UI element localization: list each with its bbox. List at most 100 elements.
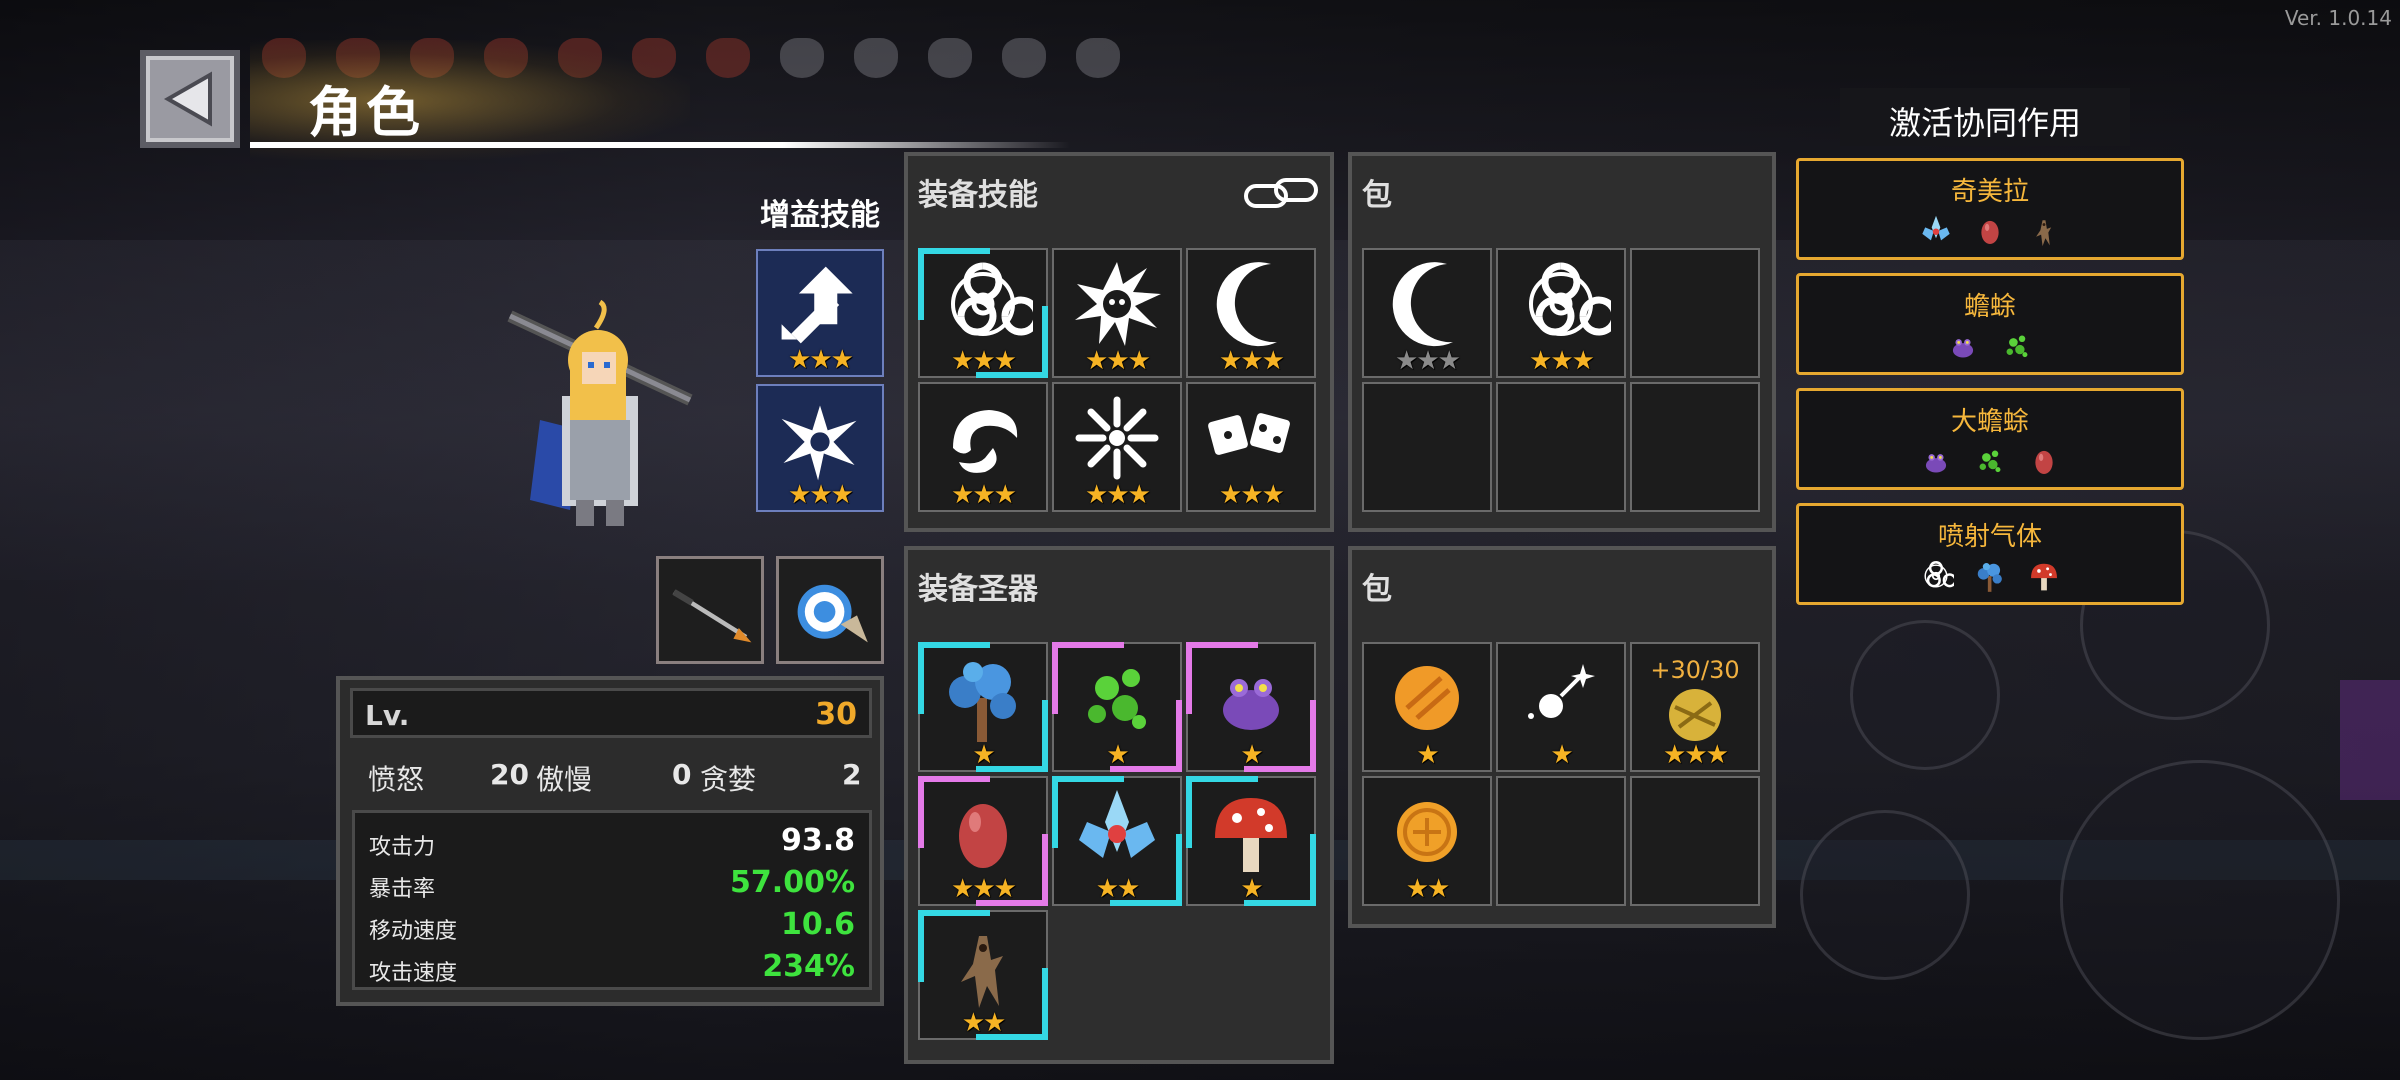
skill-slot-crescent-slash[interactable]: ★★★ <box>1186 248 1316 378</box>
star-rating: ★★★ <box>1085 346 1151 376</box>
level-tag: +30/30 <box>1650 656 1740 684</box>
relic-slot-crystal-flower[interactable]: ★★ <box>1052 776 1182 906</box>
synergy-name: 蟾蜍 <box>1963 292 2016 322</box>
relic-slot-purple-frog[interactable]: ★ <box>1186 642 1316 772</box>
star-rating: ★★ <box>1405 874 1451 904</box>
bag-relic-slot-orange-orb[interactable]: ★ <box>1362 642 1492 772</box>
radial-burst-icon <box>1075 396 1159 480</box>
empty-slot[interactable] <box>1630 382 1760 512</box>
synergy-icons <box>1799 443 2181 479</box>
background-heart-icon <box>854 38 898 78</box>
weapon-slot[interactable] <box>656 556 764 664</box>
star-rating: ★★★ <box>1219 346 1285 376</box>
bag-skill-slot-biohazard[interactable]: ★★★ <box>1496 248 1626 378</box>
trait-wrath-value: 20 <box>490 758 529 791</box>
star-rating: ★★★ <box>788 345 854 375</box>
spiky-burst-icon <box>781 405 857 481</box>
bag-relic-slot-sparkle-ball[interactable]: ★ <box>1496 642 1626 772</box>
relic-slot-red-egg[interactable]: ★★★ <box>918 776 1048 906</box>
skill-slot-whirl-blade[interactable]: ★★★ <box>918 382 1048 512</box>
chain-link-icon[interactable] <box>1242 174 1322 214</box>
trait-greed-label: 贪婪 <box>700 763 757 796</box>
star-rating: ★★★ <box>1219 480 1285 510</box>
red-egg-icon <box>2035 450 2053 474</box>
root-doll-icon <box>961 936 1003 1008</box>
bag-skill-slot-crescent-slash[interactable]: ★★★ <box>1362 248 1492 378</box>
background-heart-icon <box>928 38 972 78</box>
orange-orb-icon <box>1395 666 1459 730</box>
trait-wrath-label: 愤怒 <box>368 763 425 796</box>
relic-slot-red-mushroom[interactable]: ★ <box>1186 776 1316 906</box>
star-rating: ★ <box>1416 740 1439 770</box>
relic-slot-blue-mushroom[interactable]: ★ <box>918 642 1048 772</box>
empty-slot[interactable] <box>1496 776 1626 906</box>
background-crystal <box>2340 680 2400 800</box>
hero-sprite-icon <box>507 299 693 526</box>
trait-greed-value: 2 <box>842 758 862 791</box>
star-rating: ★ <box>1240 874 1263 904</box>
skill-slot-biohazard[interactable]: ★★★ <box>918 248 1048 378</box>
star-rating: ★ <box>1106 740 1129 770</box>
spear-weapon-icon <box>672 589 752 643</box>
ring-armor-icon <box>797 584 868 643</box>
relic-slot-root-doll[interactable]: ★★ <box>918 910 1048 1040</box>
dice-icon <box>1208 413 1290 455</box>
blue-mushroom-icon <box>1977 563 2002 592</box>
purple-frog-icon <box>1952 339 1974 358</box>
root-doll-icon <box>2036 220 2052 247</box>
empty-slot[interactable] <box>1362 382 1492 512</box>
red-mushroom-icon <box>2031 563 2057 591</box>
relic-slot-green-spores[interactable]: ★ <box>1052 642 1182 772</box>
armor-slot[interactable] <box>776 556 884 664</box>
equipped-relics-panel: 装备圣器 ★ ★ ★ ★★★ ★★ ★ ★★ <box>904 546 1334 1064</box>
skill-slot-radial-burst[interactable]: ★★★ <box>1052 382 1182 512</box>
empty-slot[interactable] <box>1630 248 1760 378</box>
level-label: Lv. <box>365 699 410 732</box>
equipped-skills-panel: 装备技能 ★★★ ★★★ ★★★ ★★★ ★★★ ★★★ <box>904 152 1334 532</box>
blue-mushroom-icon <box>949 662 1016 742</box>
relic-bag-panel: 包 ★ ★ +30/30 ★★★ ★★ <box>1348 546 1776 928</box>
star-rating: ★ <box>1550 740 1573 770</box>
synergy-icons <box>1799 328 2181 364</box>
stat-row-crit: 暴击率 57.00% <box>355 861 869 903</box>
skill-slot-skull-burst[interactable]: ★★★ <box>1052 248 1182 378</box>
crystal-flower-icon <box>1922 215 1950 241</box>
synergy-card[interactable]: 蟾蜍 <box>1796 273 2184 375</box>
trait-pride-label: 傲慢 <box>536 763 593 796</box>
panel-title: 装备技能 <box>918 178 1038 213</box>
empty-slot[interactable] <box>1630 776 1760 906</box>
skill-slot-dice[interactable]: ★★★ <box>1186 382 1316 512</box>
green-spores-icon <box>1979 450 2001 473</box>
synergy-card[interactable]: 奇美拉 <box>1796 158 2184 260</box>
page-title: 角色 <box>308 81 424 144</box>
star-rating: ★ <box>1240 740 1263 770</box>
star-rating: ★★ <box>961 1008 1007 1038</box>
empty-slot[interactable] <box>1496 382 1626 512</box>
green-spores-icon <box>2006 335 2028 358</box>
crystal-flower-icon <box>1079 790 1155 858</box>
back-button[interactable] <box>140 50 240 148</box>
bag-relic-slot-gold-coin[interactable]: ★★ <box>1362 776 1492 906</box>
trait-pride-value: 0 <box>672 758 692 791</box>
synergy-card[interactable]: 喷射气体 <box>1796 503 2184 605</box>
bag-relic-slot-gold-orb[interactable]: +30/30 ★★★ <box>1630 642 1760 772</box>
buff-skill-slot[interactable]: ★★★ <box>756 249 884 377</box>
level-bar: Lv. 30 <box>350 688 872 738</box>
panel-title: 包 <box>1362 572 1392 607</box>
buff-skill-slot[interactable]: ★★★ <box>756 384 884 512</box>
synergy-name: 奇美拉 <box>1950 177 2029 207</box>
stat-value: 57.00% <box>730 865 855 900</box>
whirl-blade-icon <box>953 410 1018 473</box>
attribute-list: 攻击力 93.8 暴击率 57.00% 移动速度 10.6 攻击速度 234% <box>352 810 872 990</box>
stat-row-attack: 攻击力 93.8 <box>355 819 869 861</box>
buff-skills-label: 增益技能 <box>760 198 880 233</box>
stat-row-move-speed: 移动速度 10.6 <box>355 903 869 945</box>
star-rating: ★★★ <box>951 874 1017 904</box>
back-arrow-icon <box>163 71 212 127</box>
version-label: Ver. 1.0.14 <box>2284 6 2392 30</box>
synergy-card[interactable]: 大蟾蜍 <box>1796 388 2184 490</box>
star-rating: ★★ <box>1095 874 1141 904</box>
title-underline <box>250 142 1070 148</box>
star-rating: ★ <box>972 740 995 770</box>
panel-title: 包 <box>1362 178 1392 213</box>
